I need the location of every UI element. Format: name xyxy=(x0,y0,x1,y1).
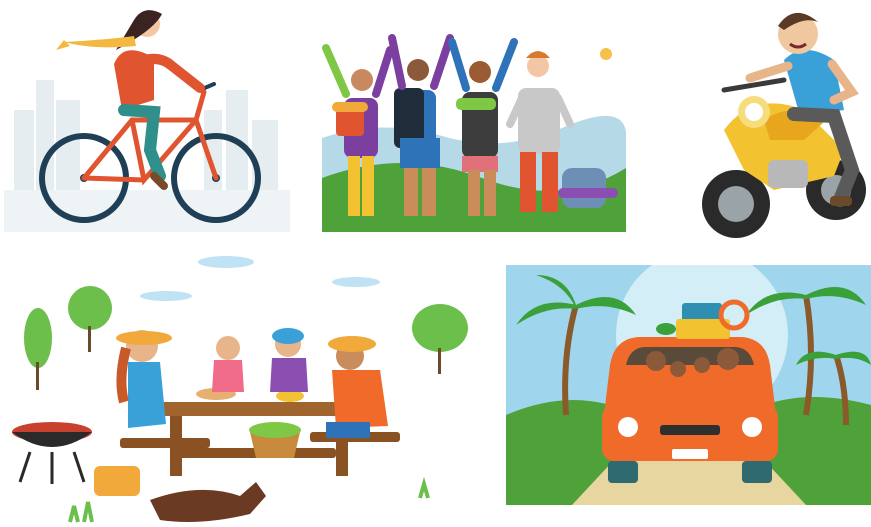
family-picnic-icon xyxy=(0,252,480,527)
motorcycle-rider-icon xyxy=(684,0,871,252)
hikers-icon xyxy=(322,28,626,232)
family-road-trip-illustration xyxy=(506,265,871,505)
family-road-trip-icon xyxy=(506,265,871,505)
hikers-illustration xyxy=(322,28,626,232)
motorcycle-rider-illustration xyxy=(684,0,871,252)
cyclist-illustration xyxy=(4,0,290,232)
family-picnic-illustration xyxy=(0,252,480,527)
cyclist-icon xyxy=(4,0,290,232)
